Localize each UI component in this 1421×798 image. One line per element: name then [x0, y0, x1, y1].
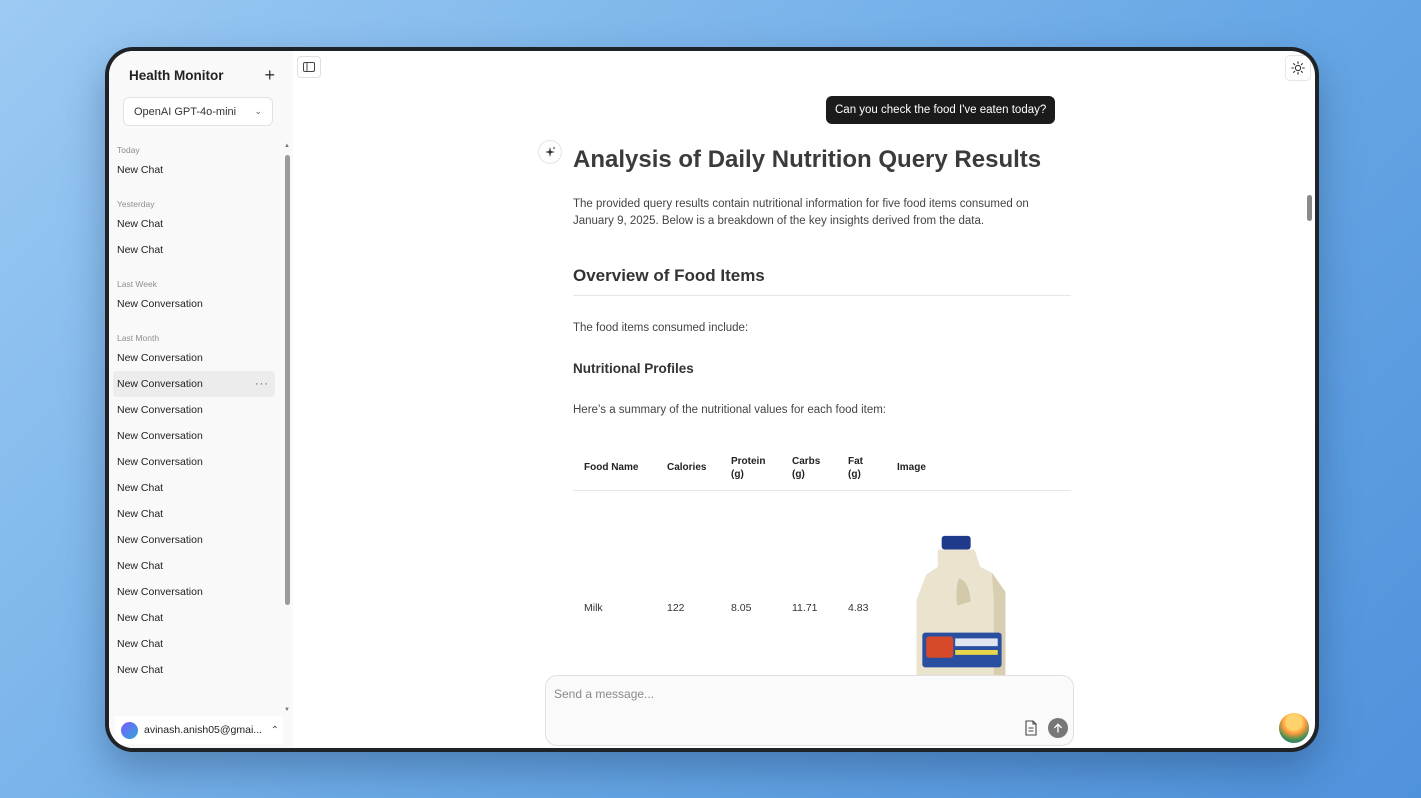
- sidebar: Health Monitor + OpenAI GPT-4o-mini ⌄ To…: [109, 51, 293, 748]
- send-button[interactable]: [1048, 718, 1068, 738]
- column-header: Carbs (g): [781, 446, 837, 491]
- chat-item[interactable]: New Chat: [109, 631, 275, 657]
- intro-paragraph: The provided query results contain nutri…: [573, 198, 1029, 227]
- avatar[interactable]: [1277, 711, 1311, 745]
- sidebar-scroll-thumb[interactable]: [285, 155, 290, 605]
- chat-item-label: New Conversation: [117, 378, 203, 390]
- sidebar-header: Health Monitor +: [129, 65, 275, 85]
- model-selector[interactable]: OpenAI GPT-4o-mini ⌄: [123, 97, 273, 126]
- chevron-down-icon: ⌄: [254, 106, 262, 116]
- chat-item[interactable]: New Chat: [109, 553, 275, 579]
- assistant-message: Analysis of Daily Nutrition Query Result…: [573, 145, 1071, 726]
- arrow-up-icon: [1054, 723, 1062, 733]
- sidebar-toggle-icon: [303, 62, 315, 72]
- sparkle-icon: [545, 146, 556, 157]
- column-header: Fat (g): [837, 446, 886, 491]
- chat-item[interactable]: New Conversation: [109, 527, 275, 553]
- group-label-today: Today: [117, 145, 140, 155]
- subsection-paragraph: Here’s a summary of the nutritional valu…: [573, 404, 886, 416]
- chat-item[interactable]: New Chat: [109, 157, 275, 183]
- chat-item[interactable]: New Chat: [109, 475, 275, 501]
- column-header: Food Name: [573, 446, 656, 491]
- table-header-row: Food Name Calories Protein (g) Carbs (g)…: [573, 446, 1071, 491]
- scroll-up-icon[interactable]: ▲: [284, 143, 290, 149]
- theme-toggle-button[interactable]: [1285, 55, 1311, 81]
- assistant-avatar: [538, 140, 562, 164]
- avatar: [121, 721, 138, 739]
- column-header: Calories: [656, 446, 720, 491]
- column-header: Protein (g): [720, 446, 781, 491]
- chat-item[interactable]: New Conversation: [109, 397, 275, 423]
- app-title: Health Monitor: [129, 67, 224, 83]
- message-composer: [545, 675, 1074, 746]
- chat-item[interactable]: New Conversation: [109, 449, 275, 475]
- group-label-last-week: Last Week: [117, 279, 158, 289]
- more-options-icon[interactable]: ···: [255, 371, 269, 397]
- chat-item[interactable]: New Chat: [109, 501, 275, 527]
- chat-item[interactable]: New Chat: [109, 211, 275, 237]
- user-email: avinash.anish05@gmai...: [144, 724, 263, 736]
- sidebar-toggle-button[interactable]: [297, 56, 321, 78]
- section-paragraph: The food items consumed include:: [573, 322, 749, 334]
- model-selector-value: OpenAI GPT-4o-mini: [134, 105, 237, 118]
- section-heading: Overview of Food Items: [573, 265, 1071, 296]
- app-screen: Health Monitor + OpenAI GPT-4o-mini ⌄ To…: [109, 51, 1315, 748]
- main-scroll-thumb[interactable]: [1307, 195, 1312, 221]
- chat-item-active[interactable]: New Conversation ···: [113, 371, 275, 397]
- message-input[interactable]: [554, 684, 1034, 704]
- milk-jug-image: [916, 536, 1006, 680]
- scroll-down-icon[interactable]: ▼: [284, 707, 290, 713]
- subsection-heading: Nutritional Profiles: [573, 361, 694, 376]
- chat-history-list: Today New Chat Yesterday New Chat New Ch…: [109, 143, 283, 712]
- user-menu[interactable]: avinash.anish05@gmai... ⌃: [115, 716, 283, 744]
- user-message: Can you check the food I've eaten today?: [826, 96, 1056, 124]
- column-header: Image: [886, 446, 1071, 491]
- chat-item[interactable]: New Conversation: [109, 345, 275, 371]
- chevron-up-icon: ⌃: [270, 724, 279, 736]
- chat-item[interactable]: New Conversation: [109, 423, 275, 449]
- group-label-last-month: Last Month: [117, 333, 160, 343]
- response-title: Analysis of Daily Nutrition Query Result…: [573, 146, 1042, 173]
- sun-icon: [1291, 61, 1305, 75]
- file-icon[interactable]: [1024, 720, 1038, 736]
- main-scrollbar[interactable]: [1305, 91, 1313, 671]
- chat-item[interactable]: New Chat: [109, 657, 275, 683]
- group-label-yesterday: Yesterday: [117, 199, 155, 209]
- chat-item[interactable]: New Conversation: [109, 579, 275, 605]
- chat-item[interactable]: New Chat: [109, 605, 275, 631]
- device-frame: Health Monitor + OpenAI GPT-4o-mini ⌄ To…: [105, 47, 1319, 752]
- plus-icon[interactable]: +: [264, 66, 275, 84]
- sidebar-scrollbar[interactable]: ▲ ▼: [283, 143, 291, 713]
- chat-item[interactable]: New Conversation: [109, 291, 275, 317]
- chat-item[interactable]: New Chat: [109, 237, 275, 263]
